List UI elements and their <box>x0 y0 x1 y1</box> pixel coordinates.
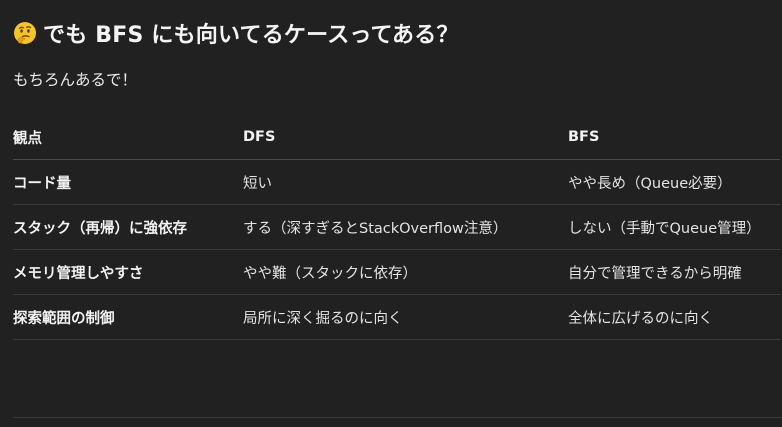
header-bfs: BFS <box>568 115 780 160</box>
row-bfs-value: しない（手動でQueue管理） <box>568 204 780 250</box>
row-aspect: メモリ管理しやすさ <box>13 249 243 295</box>
intro-text: もちろんあるで！ <box>13 71 138 89</box>
table-row: コード量 短い やや長め（Queue必要） <box>13 159 780 205</box>
row-dfs-value: やや難（スタックに依存） <box>243 249 568 295</box>
thinking-face-icon <box>14 22 36 44</box>
section-heading: でも BFS にも向いてるケースってある？ <box>13 16 459 50</box>
heading-text: でも BFS にも向いてるケースってある？ <box>43 23 459 48</box>
comparison-table: 観点 DFS BFS コード量 短い やや長め（Queue必要） スタック（再帰… <box>13 115 780 340</box>
table-row: 探索範囲の制御 局所に深く掘るのに向く 全体に広げるのに向く <box>13 294 780 340</box>
header-dfs: DFS <box>243 115 568 160</box>
row-aspect: スタック（再帰）に強依存 <box>13 204 243 250</box>
header-aspect: 観点 <box>13 115 243 160</box>
table-row: メモリ管理しやすさ やや難（スタックに依存） 自分で管理できるから明確 <box>13 249 780 295</box>
table-header-row: 観点 DFS BFS <box>13 115 780 160</box>
row-dfs-value: 短い <box>243 159 568 205</box>
row-bfs-value: 全体に広げるのに向く <box>568 294 780 340</box>
row-aspect: 探索範囲の制御 <box>13 294 243 340</box>
row-bfs-value: やや長め（Queue必要） <box>568 159 780 205</box>
row-dfs-value: 局所に深く掘るのに向く <box>243 294 568 340</box>
table-row: スタック（再帰）に強依存 する（深すぎるとStackOverflow注意） しな… <box>13 204 780 250</box>
row-dfs-value: する（深すぎるとStackOverflow注意） <box>243 204 568 250</box>
section-divider <box>13 417 782 418</box>
row-bfs-value: 自分で管理できるから明確 <box>568 249 780 295</box>
row-aspect: コード量 <box>13 159 243 205</box>
